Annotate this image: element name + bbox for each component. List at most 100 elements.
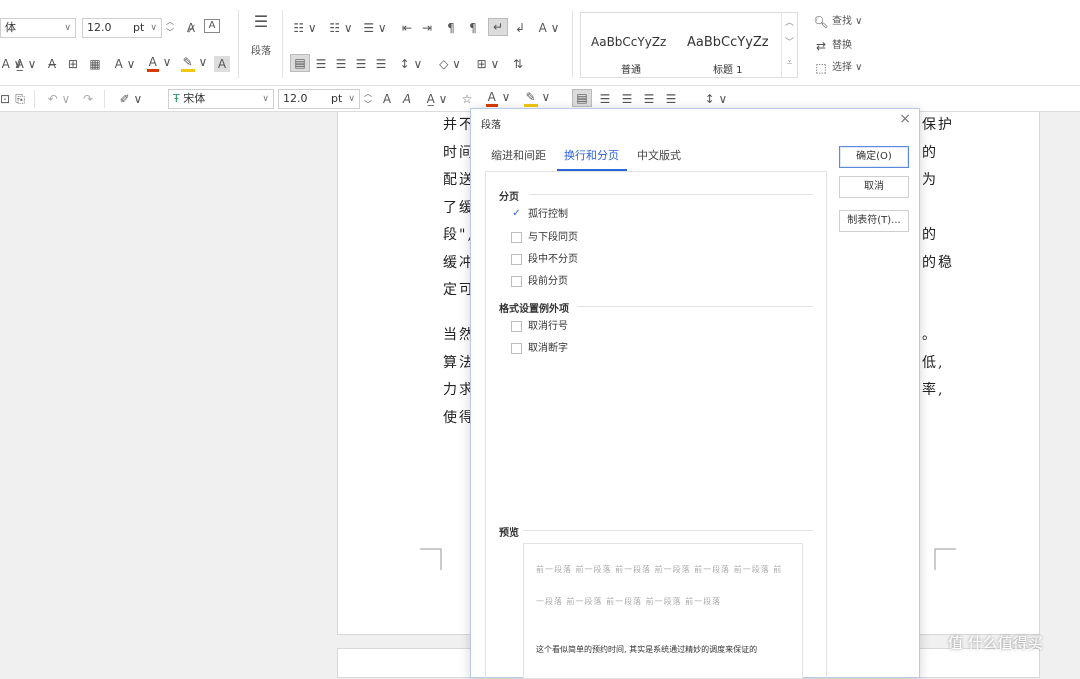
font-size-spinner[interactable]: ︿ ﹀ (164, 16, 176, 38)
tab-chinese-typography[interactable]: 中文版式 (637, 149, 681, 163)
enclose-char-icon[interactable]: ⊞ (64, 56, 82, 72)
select-icon[interactable]: ⬚ (812, 60, 830, 76)
preview-previous-paragraph-line-1: 前一段落 前一段落 前一段落 前一段落 前一段落 前一段落 前 (536, 565, 783, 574)
ltr-icon[interactable]: ¶ (442, 20, 460, 36)
replace-button[interactable]: 替换 (832, 38, 862, 54)
copy-icon[interactable]: ⎘ (12, 91, 28, 107)
align-right-icon[interactable]: ☰ (332, 56, 350, 72)
sort-icon[interactable]: ⇅ (510, 56, 526, 72)
quick-justify-icon[interactable]: ☰ (640, 91, 658, 107)
rtl-icon[interactable]: ¶ (464, 20, 482, 36)
document-line-end: 保护 (922, 117, 954, 133)
find-icon[interactable]: 🔍︎ (812, 14, 830, 30)
char-shading-icon[interactable]: A̲ ∨ (12, 56, 40, 72)
bullet-list-icon[interactable]: ☷ ∨ (290, 20, 320, 36)
multilevel-list-icon[interactable]: ☰ ∨ (360, 20, 390, 36)
quick-align-left-icon[interactable]: ▤ (572, 89, 592, 107)
quick-font-color-icon[interactable]: A ∨ (482, 89, 514, 107)
chevron-down-icon: ∨ (64, 23, 71, 33)
document-line-end: 。 (922, 327, 938, 343)
preview-previous-paragraph-line-2: 一段落 前一段落 前一段落 前一段落 前一段落 (536, 597, 722, 606)
text-direction-icon[interactable]: A ∨ (534, 20, 564, 36)
paragraph-button[interactable]: 段落 (244, 44, 278, 60)
page-break-before-checkbox[interactable] (511, 276, 522, 287)
tabs-button[interactable]: 制表符(T)... (839, 210, 909, 232)
quick-align-center-icon[interactable]: ☰ (596, 91, 614, 107)
no-hyphenation-checkbox[interactable] (511, 343, 522, 354)
quick-star-icon[interactable]: ☆ (460, 91, 474, 107)
text-effect-icon[interactable]: A ∨ (110, 56, 140, 72)
quick-align-right-icon[interactable]: ☰ (618, 91, 636, 107)
keep-lines-together-label: 段中不分页 (528, 254, 578, 265)
distribute-icon[interactable]: ☰ (372, 56, 390, 72)
page-corner-mark-right (934, 548, 956, 570)
style-normal[interactable]: AaBbCcYyZz 普通 (585, 17, 675, 76)
shading-icon[interactable]: ◇ ∨ (432, 56, 468, 72)
close-icon[interactable]: × (899, 111, 911, 127)
show-marks-icon[interactable]: ↵ (488, 18, 508, 36)
quick-line-spacing-icon[interactable]: ↕ ∨ (700, 91, 732, 107)
quick-underline-icon[interactable]: A̲ ∨ (422, 91, 452, 107)
quick-highlight-icon[interactable]: ✎ ∨ (520, 89, 554, 107)
redo-icon[interactable]: ↷ (80, 91, 96, 107)
preview-box: 前一段落 前一段落 前一段落 前一段落 前一段落 前一段落 前 一段落 前一段落… (523, 543, 803, 679)
undo-icon[interactable]: ↶ ∨ (44, 91, 74, 107)
line-break-icon[interactable]: ↲ (512, 20, 528, 36)
document-line-end: 的稳 (922, 255, 954, 271)
char-border-icon[interactable]: A (204, 19, 220, 33)
keep-with-next-label: 与下段同页 (528, 232, 578, 243)
quick-font-size-dropdown[interactable]: 12.0 pt ∨ (278, 89, 360, 109)
shrink-font-icon[interactable]: A (400, 91, 414, 107)
cancel-button[interactable]: 取消 (839, 176, 909, 198)
font-size-dropdown[interactable]: 12.0 pt ∨ (82, 18, 162, 38)
chevron-down-icon: ∨ (150, 23, 157, 33)
align-left-icon[interactable]: ▤ (290, 54, 310, 72)
replace-icon[interactable]: ⇄ (812, 38, 830, 54)
numbered-list-icon[interactable]: ☷ ∨ (326, 20, 356, 36)
keep-lines-together-checkbox[interactable] (511, 254, 522, 265)
grow-font-icon[interactable]: A (380, 91, 394, 107)
page-break-before-label: 段前分页 (528, 276, 568, 287)
style-gallery-scroll[interactable]: ︿ ﹀ ⩡ (781, 13, 797, 77)
chevron-down-icon: ∨ (348, 94, 355, 104)
strikethrough-icon[interactable]: A̶ (44, 56, 60, 72)
paragraph-icon[interactable]: ☰ (246, 14, 276, 30)
align-center-icon[interactable]: ☰ (312, 56, 330, 72)
watermark-logo: 值 什么值得买 (948, 634, 1043, 652)
tab-indent-spacing[interactable]: 缩进和间距 (491, 149, 546, 163)
widow-control-checkbox[interactable]: ✓ (511, 209, 522, 220)
style-heading-1[interactable]: AaBbCcYyZz 标题 1 (681, 17, 777, 76)
tab-line-page-breaks[interactable]: 换行和分页 (564, 149, 619, 163)
line-spacing-icon[interactable]: ↕ ∨ (396, 56, 426, 72)
document-line-end: 低, (922, 355, 945, 371)
preview-current-paragraph: 这个看似简单的预约时间, 其实是系统通过精妙的调度来保证的 (536, 645, 758, 654)
font-color-icon[interactable]: A ∨ (144, 54, 174, 72)
highlight-icon[interactable]: ✎ ∨ (178, 54, 210, 72)
clear-format-icon[interactable]: A̷ (182, 20, 200, 36)
document-line-end: 的 (922, 227, 938, 243)
increase-indent-icon[interactable]: ⇥ (418, 20, 436, 36)
quick-font-name-dropdown[interactable]: Ŧ 宋体 ∨ (168, 89, 274, 109)
select-button[interactable]: 选择 ∨ (832, 60, 874, 76)
font-name-dropdown[interactable]: 体 ∨ (0, 18, 76, 38)
format-painter-icon[interactable]: ✐ ∨ (116, 91, 146, 107)
paragraph-dialog: 段落 × 缩进和间距 换行和分页 中文版式 分页 ✓ 孤行控制 与下段同页 段中… (470, 108, 920, 679)
keep-with-next-checkbox[interactable] (511, 232, 522, 243)
justify-icon[interactable]: ☰ (352, 56, 370, 72)
dialog-title: 段落 (481, 120, 501, 131)
char-shade-a-icon[interactable]: A (214, 56, 230, 72)
preview-section-title: 预览 (499, 528, 519, 539)
no-hyphenation-label: 取消断字 (528, 343, 568, 354)
quick-size-spinner[interactable]: ︿ ﹀ (362, 88, 374, 110)
paste-icon[interactable]: ⊡ (0, 91, 10, 107)
document-line-end: 的 (922, 145, 938, 161)
decrease-indent-icon[interactable]: ⇤ (398, 20, 416, 36)
phonetic-guide-icon[interactable]: ▦ (86, 56, 104, 72)
ok-button[interactable]: 确定(O) (839, 146, 909, 168)
find-button[interactable]: 查找 ∨ (832, 14, 874, 30)
quick-distribute-icon[interactable]: ☰ (662, 91, 680, 107)
borders-icon[interactable]: ⊞ ∨ (472, 56, 504, 72)
suppress-line-numbers-checkbox[interactable] (511, 321, 522, 332)
suppress-line-numbers-label: 取消行号 (528, 321, 568, 332)
document-line-end: 率, (922, 382, 945, 398)
